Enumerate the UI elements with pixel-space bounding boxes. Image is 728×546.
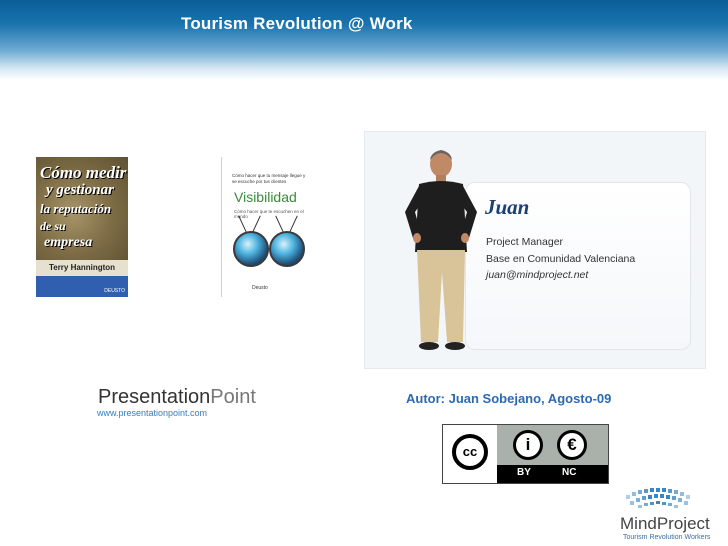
book-cover-visibilidad: Cómo hacer que tu mensaje llegue y se es… [221,157,315,297]
slide: Tourism Revolution @ Work Cómo medir y g… [0,0,728,546]
book-title-line: Cómo medir [40,163,127,182]
book-footer-band: DEUSTO [36,276,128,297]
cc-icon: cc [452,434,488,470]
presentationpoint-url[interactable]: www.presentationpoint.com [97,408,207,418]
book-subtitle: Cómo hacer que te escuchen en el mundo [234,209,304,219]
profile-name: Juan [485,195,530,219]
attribution-icon: i [513,430,543,460]
profile-card: Juan Project Manager Base en Comunidad V… [364,131,706,369]
mindproject-name: MindProject [620,514,710,533]
book-title: Visibilidad [234,189,297,205]
book-title-line: de su [40,219,66,233]
cc-left-panel: cc [443,425,497,483]
book-title-line: y gestionar [46,182,114,198]
mindproject-tagline: Tourism Revolution Workers [623,534,711,541]
logo-word: Presentation [98,386,211,408]
presentationpoint-logo: PresentationPoint [98,386,256,409]
tv-icon [233,231,269,267]
book-publisher: Deusto [252,285,268,291]
profile-role: Project Manager [486,236,564,248]
book-publisher: DEUSTO [104,288,125,294]
book-cover-reputacion: Cómo medir y gestionar la reputación de … [36,157,128,297]
slide-title: Tourism Revolution @ Work [181,14,413,33]
book-top-text: Cómo hacer que tu mensaje llegue y se es… [232,173,306,184]
logo-word: Point [210,386,256,408]
cc-nc-label: NC [562,467,577,478]
person-photo [405,150,477,350]
profile-base: Base en Comunidad Valenciana [486,253,636,265]
tv-icon [269,231,305,267]
book-title-line: empresa [44,235,93,250]
creative-commons-badge[interactable]: cc i € BY NC [442,424,609,484]
book-author: Terry Hannington [36,260,128,276]
profile-email[interactable]: juan@mindproject.net [486,269,588,281]
slide-header: Tourism Revolution @ Work [0,0,728,80]
cc-by-label: BY [517,467,531,478]
noncommercial-icon: € [557,430,587,460]
author-line: Autor: Juan Sobejano, Agosto-09 [406,391,612,406]
cc-label-bar [497,465,608,483]
book-title-line: la reputación [40,201,112,216]
